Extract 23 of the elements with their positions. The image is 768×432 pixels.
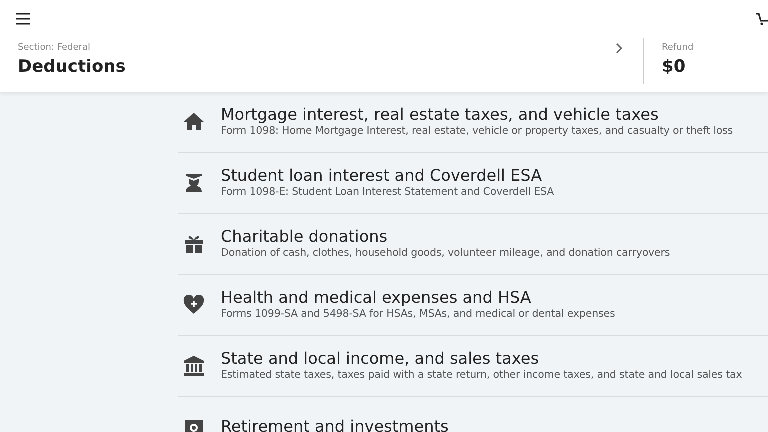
item-title[interactable]: State and local income, and sales taxes — [221, 348, 742, 368]
item-description: Estimated state taxes, taxes paid with a state return, other income taxes, and state and local sales tax — [221, 368, 742, 383]
heart-plus-icon — [183, 295, 205, 315]
chevron-right-icon[interactable] — [616, 42, 623, 54]
item-description: Donation of cash, clothes, household goods, volunteer mileage, and donation carryovers — [221, 246, 670, 261]
cart-icon[interactable] — [756, 12, 768, 26]
section-title: Deductions — [18, 56, 127, 79]
menu-icon[interactable] — [16, 13, 30, 25]
gift-icon — [183, 234, 205, 254]
item-description: Form 1098-E: Student Loan Interest Statement and Coverdell ESA — [221, 184, 554, 200]
item-description: Form 1098: Home Mortgage Interest, real estate, vehicle or property taxes, and casualty or theft loss — [221, 124, 734, 139]
refund-label: Refund — [662, 42, 695, 54]
item-title[interactable]: Mortgage interest, real estate taxes, and vehicle taxes — [221, 104, 734, 124]
bank-icon — [183, 356, 205, 376]
graduate-icon — [183, 173, 205, 193]
item-title[interactable]: Charitable donations — [221, 226, 670, 246]
item-title[interactable]: Health and medical expenses and HSA — [221, 288, 616, 307]
section-label: Section: Federal — [18, 42, 92, 54]
item-description: Forms 1099-SA and 5498-SA for HSAs, MSAs, and medical or dental expenses — [221, 306, 616, 322]
item-title[interactable]: Student loan interest and Coverdell ESA — [221, 166, 554, 185]
refund-amount: $0 — [662, 56, 687, 79]
house-icon — [183, 112, 205, 132]
safe-icon — [183, 417, 205, 432]
